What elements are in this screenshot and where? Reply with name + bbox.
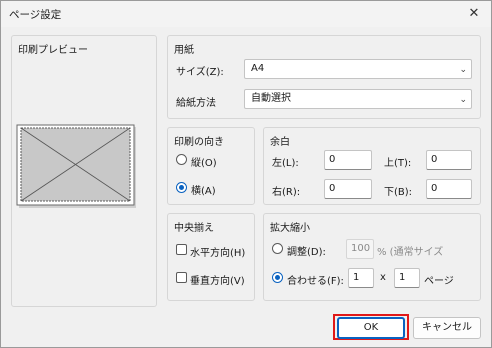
margin-right-label: 右(R): — [272, 187, 301, 198]
ok-button[interactable]: OK — [337, 317, 405, 339]
scaling-group: 拡大縮小 調整(D): 100 % (通常サイズ 合わせる(F): 1 x 1 … — [263, 213, 481, 301]
paper-group-title: 用紙 — [174, 45, 194, 56]
margin-right-input[interactable]: 0 — [324, 179, 372, 199]
paper-size-select[interactable]: A4 ⌄ — [244, 59, 472, 79]
title-bar: ページ設定 ✕ — [1, 1, 491, 27]
paper-source-label: 給紙方法 — [176, 98, 216, 109]
preview-group: 印刷プレビュー — [11, 35, 157, 307]
fit-label[interactable]: 合わせる(F): — [287, 272, 344, 287]
horizontal-center-label[interactable]: 水平方向(H) — [190, 244, 245, 259]
fit-wide-input[interactable]: 1 — [348, 268, 374, 288]
centering-group: 中央揃え 水平方向(H) 垂直方向(V) — [167, 213, 255, 301]
horizontal-center-checkbox[interactable] — [176, 244, 187, 255]
close-icon[interactable]: ✕ — [463, 4, 485, 24]
margin-top-label: 上(T): — [384, 158, 412, 169]
vertical-center-label[interactable]: 垂直方向(V) — [190, 272, 245, 287]
fit-tall-input[interactable]: 1 — [394, 268, 420, 288]
window-title: ページ設定 — [9, 9, 62, 21]
margin-left-label: 左(L): — [272, 158, 299, 169]
paper-size-value: A4 — [251, 63, 265, 74]
fit-radio[interactable] — [272, 272, 283, 283]
margin-left-input[interactable]: 0 — [324, 150, 372, 170]
chevron-down-icon: ⌄ — [459, 65, 467, 75]
page-setup-dialog: ページ設定 ✕ 印刷プレビュー 用紙 サイズ(Z): A4 ⌄ 給紙方法 自動選… — [0, 0, 492, 348]
margin-bottom-label: 下(B): — [384, 187, 413, 198]
margins-group-title: 余白 — [270, 137, 290, 148]
portrait-radio[interactable] — [176, 154, 187, 165]
scaling-group-title: 拡大縮小 — [270, 223, 310, 234]
portrait-label[interactable]: 縦(O) — [191, 154, 217, 169]
margin-top-input[interactable]: 0 — [426, 150, 472, 170]
fit-suffix: ページ — [424, 276, 454, 287]
preview-paper-image — [16, 124, 136, 208]
landscape-label[interactable]: 横(A) — [191, 182, 216, 197]
orientation-group: 印刷の向き 縦(O) 横(A) — [167, 127, 255, 205]
margin-bottom-input[interactable]: 0 — [426, 179, 472, 199]
adjust-suffix: % (通常サイズ — [377, 247, 444, 258]
margins-group: 余白 左(L): 0 上(T): 0 右(R): 0 下(B): 0 — [263, 127, 481, 205]
chevron-down-icon: ⌄ — [459, 95, 467, 105]
preview-group-title: 印刷プレビュー — [18, 45, 88, 56]
paper-group: 用紙 サイズ(Z): A4 ⌄ 給紙方法 自動選択 ⌄ — [167, 35, 481, 119]
centering-group-title: 中央揃え — [174, 223, 214, 234]
paper-size-label: サイズ(Z): — [176, 67, 224, 78]
vertical-center-checkbox[interactable] — [176, 272, 187, 283]
paper-source-value: 自動選択 — [251, 93, 291, 104]
adjust-radio[interactable] — [272, 243, 283, 254]
cancel-button[interactable]: キャンセル — [413, 317, 481, 339]
adjust-percent-input[interactable]: 100 — [346, 239, 374, 259]
orientation-group-title: 印刷の向き — [174, 137, 224, 148]
adjust-label[interactable]: 調整(D): — [287, 243, 326, 258]
paper-source-select[interactable]: 自動選択 ⌄ — [244, 89, 472, 109]
fit-x-label: x — [380, 272, 386, 283]
landscape-radio[interactable] — [176, 182, 187, 193]
